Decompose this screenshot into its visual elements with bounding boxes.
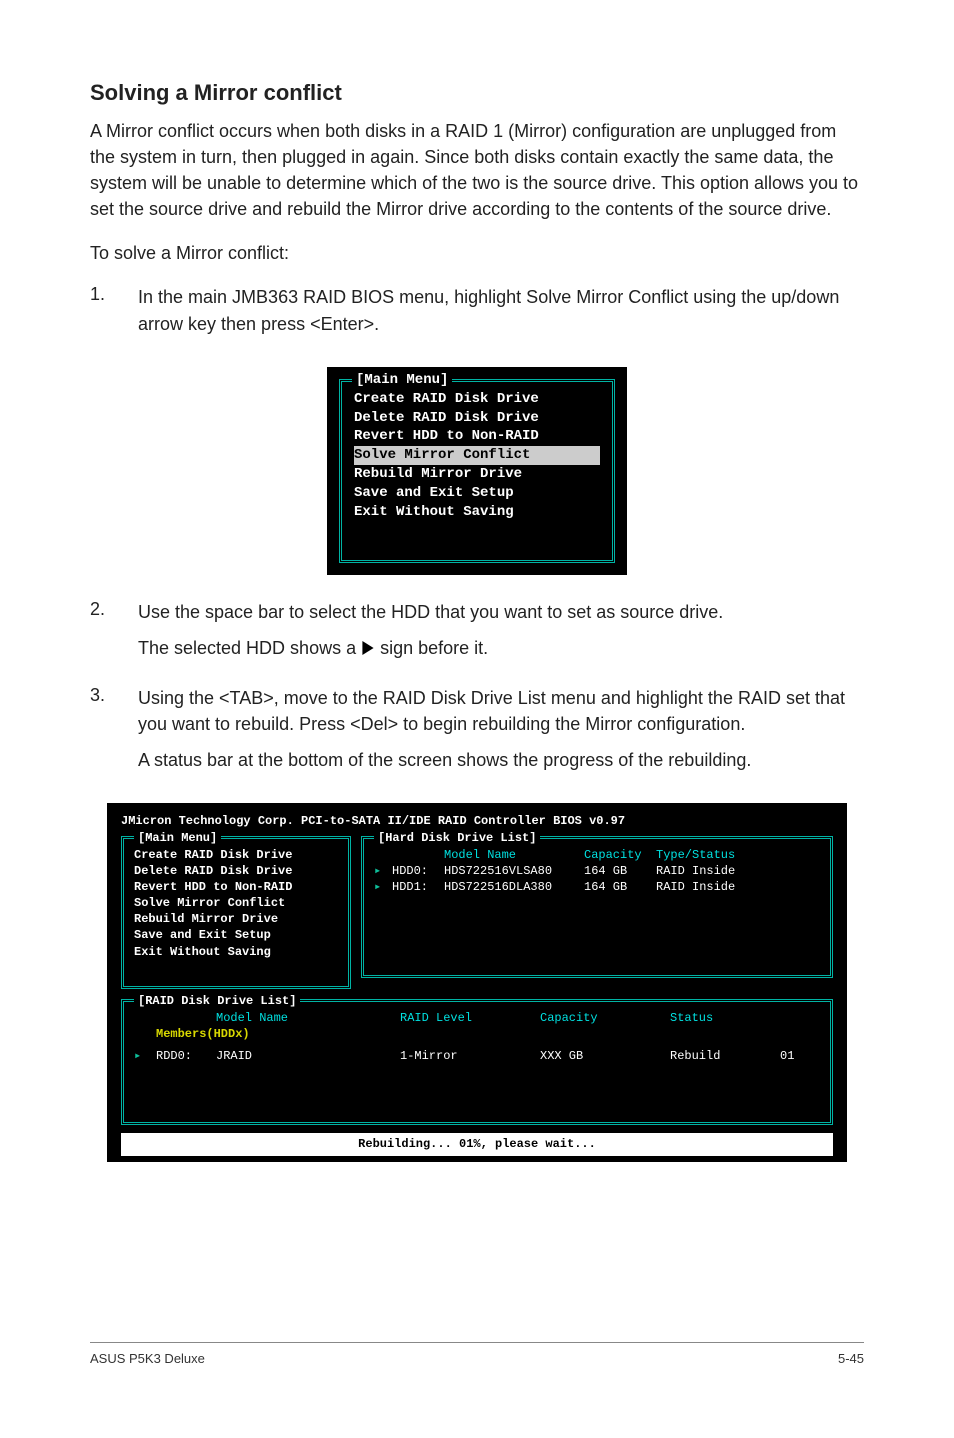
step-3-text-a: Using the <TAB>, move to the RAID Disk D… xyxy=(138,685,864,737)
lead-paragraph: To solve a Mirror conflict: xyxy=(90,240,864,266)
menu-item-save-exit[interactable]: Save and Exit Setup xyxy=(134,927,338,943)
step-2-text-b: The selected HDD shows a sign before it. xyxy=(138,635,864,661)
menu-item-solve-mirror[interactable]: Solve Mirror Conflict xyxy=(134,895,338,911)
menu-item-delete[interactable]: Delete RAID Disk Drive xyxy=(134,863,338,879)
menu-item-exit-nosave[interactable]: Exit Without Saving xyxy=(134,944,338,960)
raid-row-0[interactable]: ▸ RDD0: JRAID 1-Mirror XXX GB Rebuild 01 xyxy=(134,1048,820,1064)
menu-item-delete[interactable]: Delete RAID Disk Drive xyxy=(354,409,600,428)
menu-item-exit-nosave[interactable]: Exit Without Saving xyxy=(354,503,600,522)
section-heading: Solving a Mirror conflict xyxy=(90,80,864,106)
intro-paragraph: A Mirror conflict occurs when both disks… xyxy=(90,118,864,222)
raid-members-label: Members(HDDx) xyxy=(134,1026,820,1042)
step-number: 1. xyxy=(90,284,138,346)
raid-headers: Model Name RAID Level Capacity Status xyxy=(134,1010,820,1026)
footer-right: 5-45 xyxy=(838,1351,864,1366)
menu-item-revert[interactable]: Revert HDD to Non-RAID xyxy=(134,879,338,895)
menu-item-solve-mirror[interactable]: Solve Mirror Conflict xyxy=(354,446,600,465)
step-3-text-b: A status bar at the bottom of the screen… xyxy=(138,747,864,773)
bios-small-title: [Main Menu] xyxy=(352,371,452,390)
menu-item-save-exit[interactable]: Save and Exit Setup xyxy=(354,484,600,503)
bios-status-bar: Rebuilding... 01%, please wait... xyxy=(121,1133,833,1155)
page-footer: ASUS P5K3 Deluxe 5-45 xyxy=(90,1342,864,1366)
hdd-headers: Model Name Capacity Type/Status xyxy=(374,847,820,863)
menu-item-create[interactable]: Create RAID Disk Drive xyxy=(134,847,338,863)
hdd-row-1[interactable]: ▸ HDD1: HDS722516DLA380 164 GB RAID Insi… xyxy=(374,879,820,895)
bios-hdd-list-title: [Hard Disk Drive List] xyxy=(374,830,540,846)
menu-item-create[interactable]: Create RAID Disk Drive xyxy=(354,390,600,409)
menu-item-rebuild[interactable]: Rebuild Mirror Drive xyxy=(134,911,338,927)
step-2-text-a: Use the space bar to select the HDD that… xyxy=(138,599,864,625)
step-number: 3. xyxy=(90,685,138,783)
bios-wide-screen: JMicron Technology Corp. PCI-to-SATA II/… xyxy=(107,803,847,1161)
step-1-text: In the main JMB363 RAID BIOS menu, highl… xyxy=(138,284,864,336)
bios-raid-list-title: [RAID Disk Drive List] xyxy=(134,993,300,1009)
step-2: 2. Use the space bar to select the HDD t… xyxy=(90,599,864,671)
bios-small-menu: [Main Menu] Create RAID Disk Drive Delet… xyxy=(327,367,627,575)
hdd-row-0[interactable]: ▸ HDD0: HDS722516VLSA80 164 GB RAID Insi… xyxy=(374,863,820,879)
triangle-right-icon xyxy=(361,641,375,655)
bios-main-menu-title: [Main Menu] xyxy=(134,830,221,846)
step-1: 1. In the main JMB363 RAID BIOS menu, hi… xyxy=(90,284,864,346)
bios-header: JMicron Technology Corp. PCI-to-SATA II/… xyxy=(121,813,833,829)
footer-left: ASUS P5K3 Deluxe xyxy=(90,1351,205,1366)
step-number: 2. xyxy=(90,599,138,671)
menu-item-revert[interactable]: Revert HDD to Non-RAID xyxy=(354,427,600,446)
menu-item-rebuild[interactable]: Rebuild Mirror Drive xyxy=(354,465,600,484)
step-3: 3. Using the <TAB>, move to the RAID Dis… xyxy=(90,685,864,783)
